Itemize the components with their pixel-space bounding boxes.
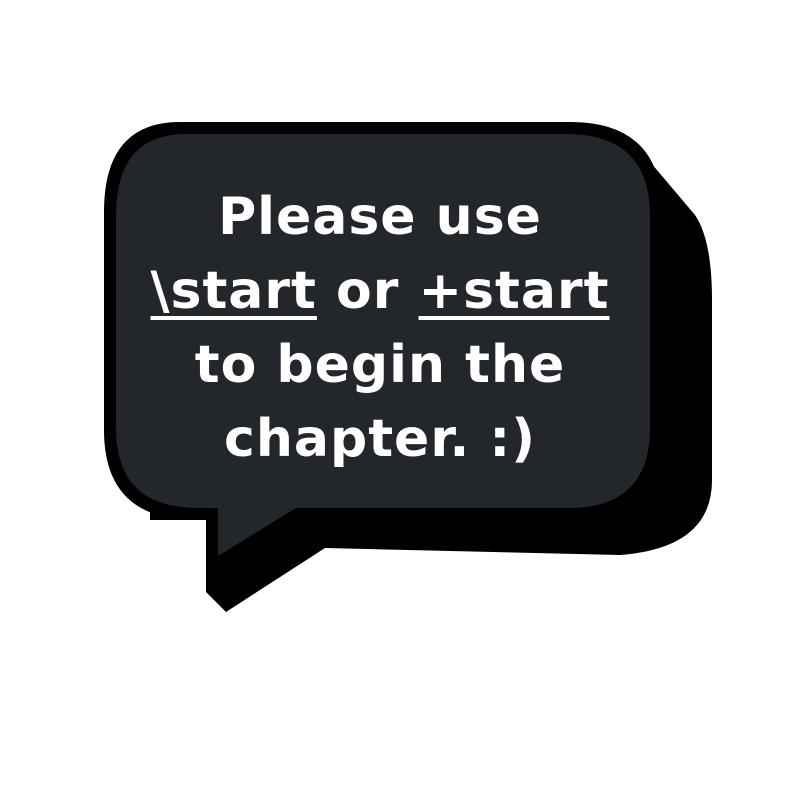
message-line-4: chapter. :) xyxy=(224,409,536,469)
message-line-3: to begin the xyxy=(194,335,566,395)
command-plus-start: +start xyxy=(418,261,610,321)
command-backslash-start: \start xyxy=(150,261,317,321)
bubble-message: Please use \start or +start to begin the… xyxy=(118,180,642,476)
message-line-2: \start or +start xyxy=(118,254,642,328)
connector-word: or xyxy=(336,261,400,321)
message-line-1: Please use xyxy=(218,187,542,247)
